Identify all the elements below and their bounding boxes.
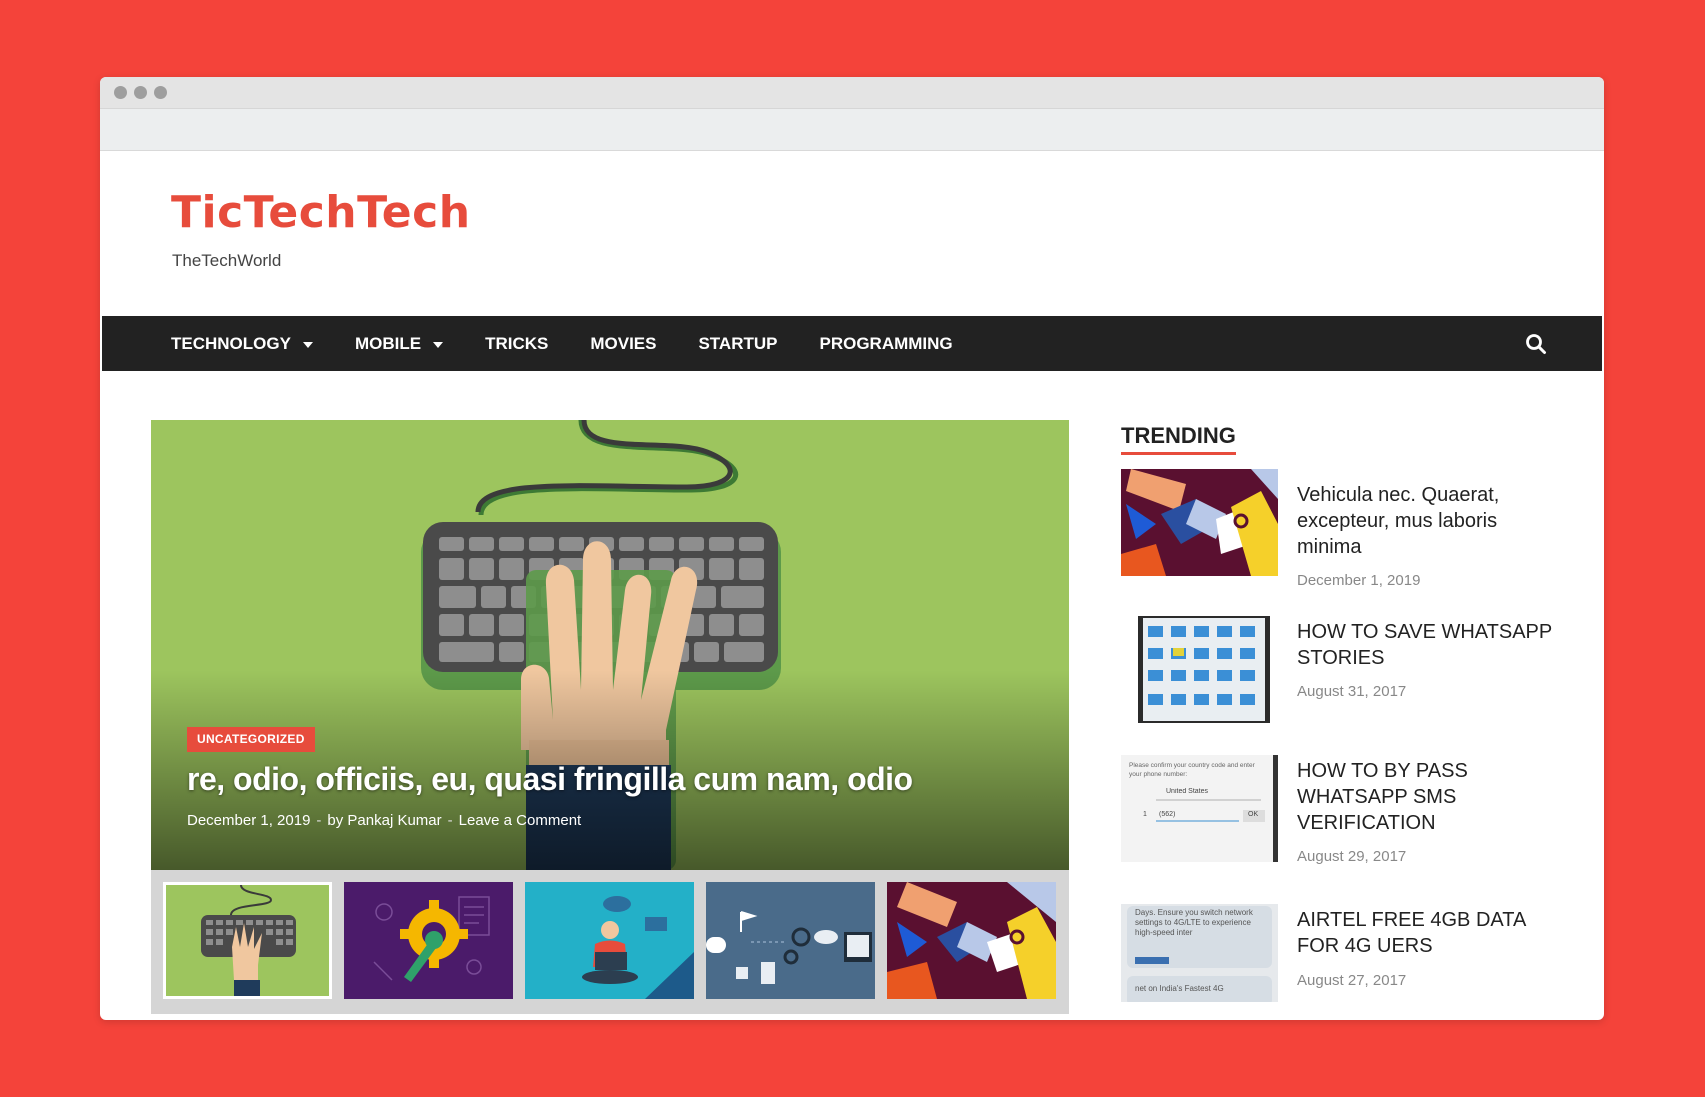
slider-thumbnails	[151, 870, 1069, 1014]
thumb-devices-flow[interactable]	[706, 882, 875, 999]
thumb-country-text: United States	[1166, 788, 1209, 795]
trending-item-title[interactable]: HOW TO SAVE WHATSAPP STORIES	[1297, 619, 1553, 671]
featured-post-title[interactable]: re, odio, officiis, eu, quasi fringilla …	[187, 761, 913, 798]
thumb-gear-wrench[interactable]	[344, 882, 513, 999]
nav-item-programming[interactable]: PROGRAMMING	[819, 334, 952, 354]
thumb-laptop-person[interactable]	[525, 882, 694, 999]
trending-item-date: August 29, 2017	[1297, 848, 1407, 865]
browser-toolbar	[100, 109, 1604, 151]
nav-item-movies[interactable]: MOVIES	[590, 334, 656, 354]
window-titlebar	[100, 77, 1604, 109]
featured-post[interactable]: UNCATEGORIZED re, odio, officiis, eu, qu…	[151, 420, 1069, 870]
trending-item-title[interactable]: Vehicula nec. Quaerat, excepteur, mus la…	[1297, 482, 1553, 560]
caret-down-icon	[433, 341, 444, 348]
nav-item-label: TECHNOLOGY	[171, 333, 291, 353]
trending-thumb[interactable]	[1121, 469, 1278, 576]
category-badge[interactable]: UNCATEGORIZED	[187, 727, 315, 752]
trending-thumb[interactable]	[1121, 616, 1278, 723]
thumb-sms-text: net on India's Fastest 4G	[1135, 984, 1224, 993]
nav-item-label: MOBILE	[354, 333, 422, 353]
thumb-puzzle-hands[interactable]	[887, 882, 1056, 999]
nav-item-label: TRICKS	[485, 333, 549, 353]
post-author[interactable]: by Pankaj Kumar	[327, 812, 441, 829]
meta-separator: -	[447, 812, 453, 829]
trending-thumb[interactable]: Days. Ensure you switch network settings…	[1121, 904, 1278, 1002]
thumb-sms-text: Days. Ensure you switch network settings…	[1135, 908, 1253, 937]
caret-down-icon	[302, 341, 313, 348]
web-page: TicTechTech TheTechWorld TECHNOLOGY MOBI…	[100, 151, 1604, 1020]
nav-item-tricks[interactable]: TRICKS	[485, 334, 548, 354]
main-navigation: TECHNOLOGY MOBILE TRICKS MOVIES STARTUP …	[102, 316, 1602, 371]
thumb-ok-text: OK	[1248, 811, 1259, 818]
browser-window: TicTechTech TheTechWorld TECHNOLOGY MOBI…	[100, 77, 1604, 1020]
nav-item-label: MOVIES	[590, 333, 657, 353]
trending-thumb[interactable]: Please confirm your country code and ent…	[1121, 755, 1278, 862]
sidebar: TRENDING Vehicula nec. Quaerat, excepteu…	[1121, 420, 1552, 1002]
nav-item-label: PROGRAMMING	[819, 333, 953, 353]
leave-comment-link[interactable]: Leave a Comment	[459, 812, 582, 829]
nav-item-mobile[interactable]: MOBILE	[354, 333, 444, 354]
site-tagline: TheTechWorld	[172, 251, 282, 270]
nav-item-technology[interactable]: TECHNOLOGY	[171, 334, 313, 354]
meta-separator: -	[316, 812, 322, 829]
trending-item-date: August 31, 2017	[1297, 683, 1407, 700]
post-date[interactable]: December 1, 2019	[187, 812, 310, 829]
window-dot-icon[interactable]	[134, 86, 147, 99]
trending-item-title[interactable]: HOW TO BY PASS WHATSAPP SMS VERIFICATION	[1297, 758, 1553, 836]
window-dot-icon[interactable]	[154, 86, 167, 99]
trending-item-date: December 1, 2019	[1297, 572, 1421, 589]
trending-item-title[interactable]: AIRTEL FREE 4GB DATA FOR 4G UERS	[1297, 907, 1553, 959]
thumb-phone-text: (562)	[1159, 811, 1176, 818]
nav-item-label: STARTUP	[698, 333, 778, 353]
trending-item-date: August 27, 2017	[1297, 972, 1407, 989]
nav-item-startup[interactable]: STARTUP	[698, 334, 777, 354]
search-icon[interactable]	[1525, 333, 1547, 355]
post-meta: December 1, 2019 - by Pankaj Kumar - Lea…	[187, 812, 581, 829]
thumb-confirm-text: Please confirm your country code and ent…	[1129, 762, 1255, 778]
trending-heading: TRENDING	[1121, 423, 1236, 455]
thumb-keyboard-hand[interactable]	[163, 882, 332, 999]
site-title[interactable]: TicTechTech	[171, 187, 471, 238]
window-dot-icon[interactable]	[114, 86, 127, 99]
